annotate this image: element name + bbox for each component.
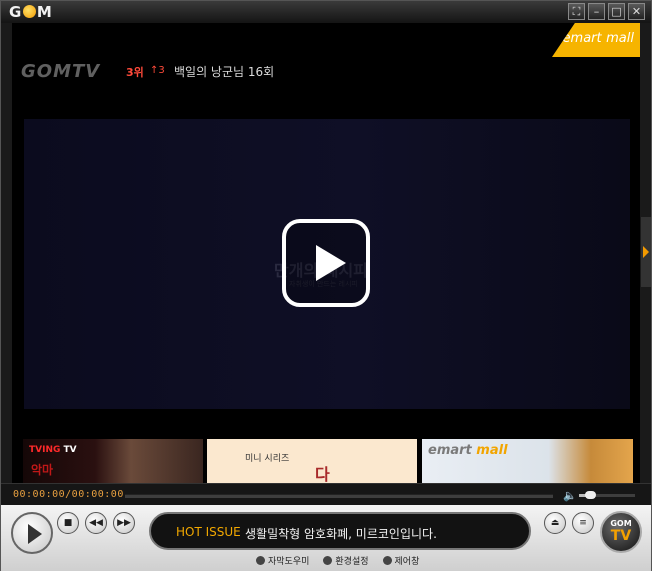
thumbnail-label: emart mall [428, 443, 508, 458]
link-label: 제어창 [394, 557, 420, 567]
seek-strip: 00:00:00/00:00:00 🔈 [1, 483, 651, 506]
ad-brand: emart [562, 31, 602, 46]
emart-mall: mall [476, 443, 508, 458]
subtitle-helper-link[interactable]: 자막도우미 [256, 554, 309, 567]
menu-button[interactable]: ≡ [572, 512, 594, 534]
thumbnail-tving[interactable]: TVING TV 악마 [23, 439, 203, 483]
thumbnail-label: 미니 시리즈 [245, 454, 290, 464]
control-panel: ■ ◀◀ ▶▶ HOT ISSUE 생활밀착형 암호화폐, 미르코인입니다. ⏏… [1, 505, 651, 571]
thumbnail-label: TVING TV [29, 445, 77, 455]
fullscreen-icon[interactable]: ⛶ [568, 3, 585, 20]
volume-knob[interactable] [585, 491, 596, 499]
control-window-link[interactable]: 제어창 [382, 554, 420, 567]
rank-change-arrow-icon: ↑3 [150, 65, 165, 76]
gom-logo: GM [9, 3, 53, 21]
link-label: 환경설정 [335, 557, 369, 567]
hot-issue-ticker[interactable]: HOT ISSUE 생활밀착형 암호화폐, 미르코인입니다. [149, 512, 531, 550]
thumbnail-strip: TVING TV 악마 미니 시리즈 다 emart mall [23, 439, 633, 483]
close-icon[interactable]: ✕ [628, 3, 645, 20]
ad-brand-mall: mall [606, 31, 634, 46]
hot-issue-message: 생활밀착형 암호화폐, 미르코인입니다. [245, 527, 437, 541]
time-display: 00:00:00/00:00:00 [13, 489, 124, 500]
link-bullet-icon [323, 556, 333, 565]
show-title[interactable]: 백일의 낭군님 16회 [174, 63, 274, 80]
volume-slider[interactable] [579, 491, 635, 499]
link-bullet-icon [382, 556, 392, 565]
gomtv-logo-button[interactable]: GOM TV [600, 511, 642, 553]
window-controls: ⛶ – □ ✕ [568, 3, 645, 20]
tving-tv: TV [63, 445, 77, 455]
link-bullet-icon [256, 556, 265, 565]
play-button[interactable] [11, 512, 53, 554]
gomtv-logo-bottom: TV [610, 528, 632, 544]
rank-label: 3위 [126, 66, 144, 79]
emart-brand: emart [428, 443, 472, 458]
prev-button[interactable]: ◀◀ [85, 512, 107, 534]
gomtv-logo-top: GOM [610, 519, 632, 528]
maximize-icon[interactable]: □ [608, 3, 625, 20]
play-overlay-icon[interactable] [282, 219, 370, 307]
gom-logo-dot-icon [22, 5, 36, 18]
speaker-icon[interactable]: 🔈 [563, 489, 577, 502]
eject-button[interactable]: ⏏ [544, 512, 566, 534]
title-bar[interactable]: GM ⛶ – □ ✕ [1, 1, 651, 23]
tving-brand: TVING [29, 445, 61, 455]
seek-bar[interactable] [125, 494, 553, 498]
settings-link[interactable]: 환경설정 [323, 554, 369, 567]
side-panel-toggle-icon[interactable] [641, 217, 651, 287]
link-label: 자막도우미 [268, 557, 310, 567]
video-area[interactable]: emart mall GOMTV 3위 ↑3 백일의 낭군님 16회 만개의 레… [12, 23, 640, 483]
next-button[interactable]: ▶▶ [113, 512, 135, 534]
emart-mall-ad-badge[interactable]: emart mall [552, 23, 640, 57]
thumbnail-subtitle: 악마 [31, 463, 54, 477]
hot-issue-label: HOT ISSUE [176, 525, 241, 539]
thumbnail-emart-mall[interactable]: emart mall [422, 439, 633, 483]
gomtv-watermark: GOMTV [21, 61, 101, 82]
stop-button[interactable]: ■ [57, 512, 79, 534]
minimize-icon[interactable]: – [588, 3, 605, 20]
gom-player-window: GM ⛶ – □ ✕ emart mall GOMTV 3위 ↑3 백일의 낭군… [0, 0, 652, 571]
thumbnail-mini-series[interactable]: 미니 시리즈 다 [207, 439, 417, 483]
footer-links: 자막도우미 환경설정 제어창 [256, 554, 419, 567]
thumbnail-subtitle: 다 [315, 465, 330, 483]
